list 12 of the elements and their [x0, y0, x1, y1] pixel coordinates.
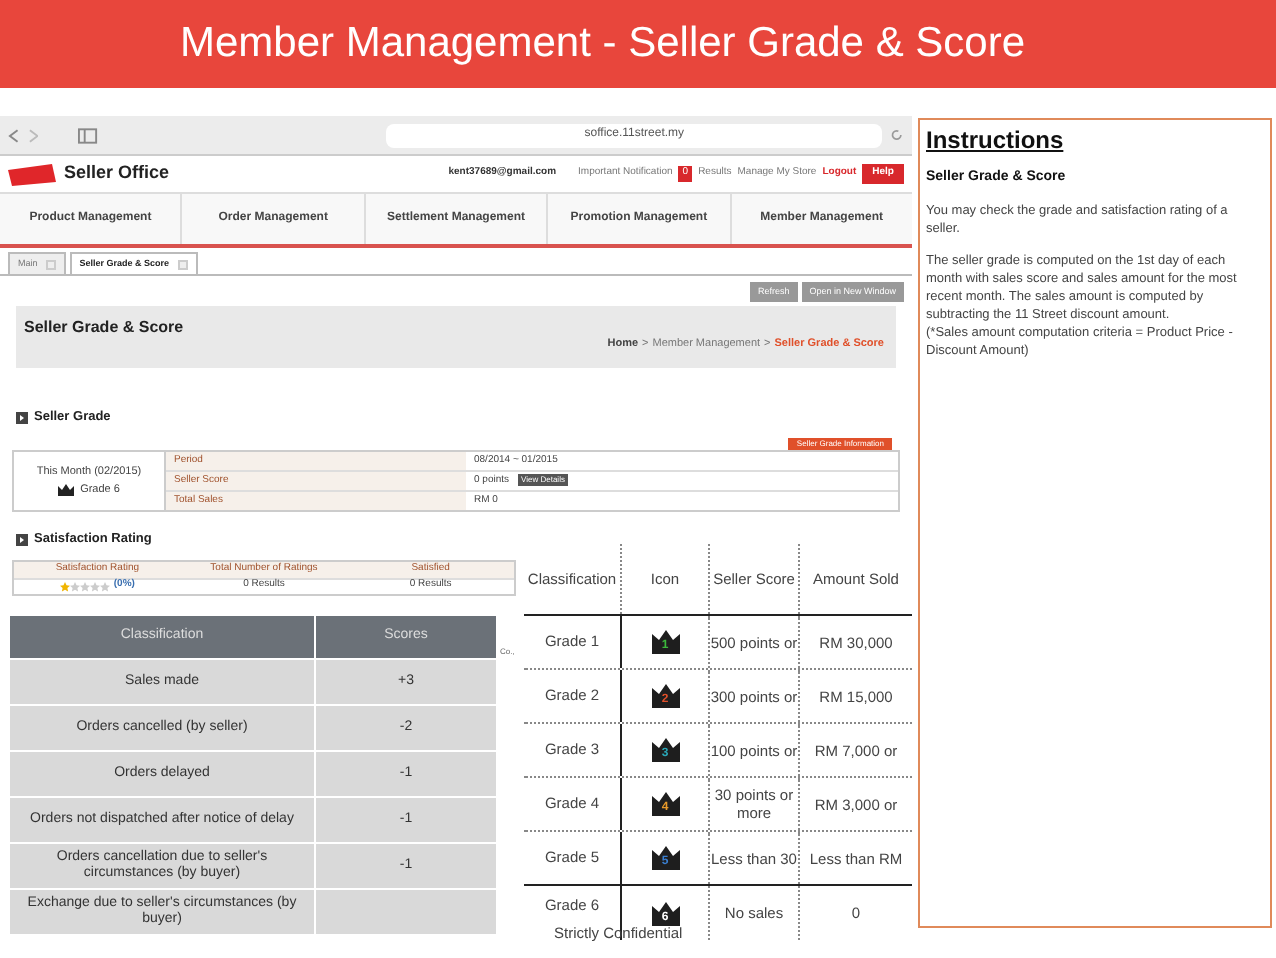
- section-icon: [16, 411, 28, 424]
- back-icon[interactable]: [8, 127, 20, 143]
- slide-title: Member Management - Seller Grade & Score: [180, 18, 1026, 71]
- page-title: Seller Grade & Score: [24, 316, 184, 340]
- section-icon: [16, 533, 28, 546]
- instructions-title: Instructions: [926, 124, 1066, 158]
- app-logo-text: Seller Office: [64, 160, 170, 187]
- sidebar-icon[interactable]: [78, 127, 99, 143]
- crown-icon: [58, 483, 75, 496]
- reload-icon[interactable]: [890, 128, 904, 142]
- logo-icon: [8, 163, 56, 185]
- forward-icon[interactable]: [27, 127, 39, 143]
